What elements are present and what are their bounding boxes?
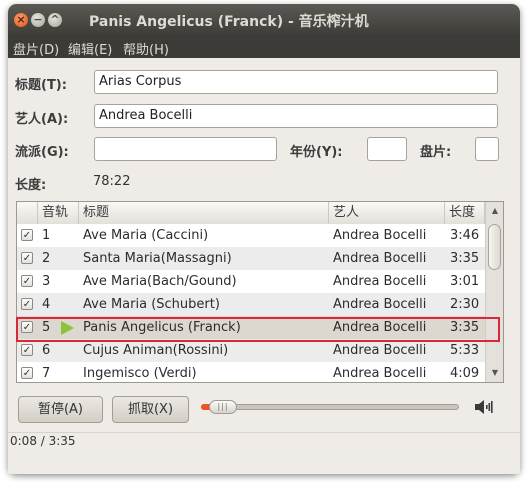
track-artist: Andrea Bocelli [333, 343, 427, 358]
track-title: Ave Maria(Bach/Gound) [83, 274, 237, 289]
track-length: 3:01 [450, 274, 480, 289]
header-track[interactable]: 音轨 [38, 202, 79, 224]
track-list[interactable]: 音轨 标题 艺人 长度 ✓ 1 Ave Maria (Caccini) Andr… [16, 201, 504, 383]
window-title: Panis Angelicus (Franck) - 音乐榨汁机 [89, 14, 369, 30]
speaker-icon[interactable] [473, 397, 495, 417]
table-row[interactable]: ✓ 6 Cujus Animan(Rossini) Andrea Bocelli… [17, 339, 485, 362]
menubar: 盘片(D) 编辑(E) 帮助(H) [8, 36, 520, 58]
table-row[interactable]: ✓ 2 Santa Maria(Massagni) Andrea Bocelli… [17, 247, 485, 270]
track-artist: Andrea Bocelli [333, 366, 427, 381]
track-checkbox[interactable]: ✓ [21, 367, 33, 379]
scroll-up-icon[interactable]: ▲ [486, 204, 503, 218]
scroll-down-icon[interactable]: ▼ [486, 366, 503, 380]
app-window: × − ^ Panis Angelicus (Franck) - 音乐榨汁机 盘… [8, 4, 520, 474]
track-length: 4:09 [450, 366, 480, 381]
table-row[interactable]: ✓ 1 Ave Maria (Caccini) Andrea Bocelli 3… [17, 224, 485, 247]
track-number: 6 [42, 343, 51, 358]
progress-slider[interactable] [201, 404, 459, 410]
track-length: 3:46 [450, 228, 480, 243]
track-title: Ave Maria (Caccini) [83, 228, 209, 243]
genre-label: 流派(G): [15, 145, 69, 160]
track-list-header: 音轨 标题 艺人 长度 [17, 202, 485, 225]
title-label: 标题(T): [15, 78, 67, 93]
track-number: 7 [42, 366, 51, 381]
track-artist: Andrea Bocelli [333, 228, 427, 243]
track-artist: Andrea Bocelli [333, 251, 427, 266]
track-checkbox[interactable]: ✓ [21, 229, 33, 241]
menu-help[interactable]: 帮助(H) [123, 39, 169, 58]
close-icon[interactable]: × [14, 13, 28, 27]
maximize-icon[interactable]: ^ [48, 13, 62, 27]
year-field[interactable] [367, 137, 407, 161]
track-checkbox[interactable]: ✓ [21, 252, 33, 264]
track-checkbox[interactable]: ✓ [21, 344, 33, 356]
track-number: 2 [42, 251, 51, 266]
artist-field[interactable]: Andrea Bocelli [94, 104, 498, 128]
titlebar: × − ^ Panis Angelicus (Franck) - 音乐榨汁机 [8, 4, 520, 36]
track-checkbox[interactable]: ✓ [21, 275, 33, 287]
track-title: Ingemisco (Verdi) [83, 366, 197, 381]
status-bar [8, 432, 520, 453]
extract-button[interactable]: 抓取(X) [112, 396, 189, 423]
track-artist: Andrea Bocelli [333, 274, 427, 289]
scrollbar-thumb[interactable] [488, 224, 501, 270]
duration-label: 长度: [15, 178, 47, 193]
track-title: Cujus Animan(Rossini) [83, 343, 229, 358]
genre-field[interactable] [94, 137, 277, 161]
disc-field[interactable] [475, 137, 499, 161]
track-number: 1 [42, 228, 51, 243]
now-playing-highlight [16, 317, 500, 342]
track-checkbox[interactable]: ✓ [21, 298, 33, 310]
track-list-scrollbar[interactable]: ▲ ▼ [485, 202, 503, 382]
track-length: 2:30 [450, 297, 480, 312]
progress-slider-thumb[interactable]: ||| [209, 400, 237, 414]
pause-button[interactable]: 暂停(A) [18, 396, 103, 423]
track-title: Ave Maria (Schubert) [83, 297, 220, 312]
disc-label: 盘片: [420, 145, 452, 160]
table-row[interactable]: ✓ 3 Ave Maria(Bach/Gound) Andrea Bocelli… [17, 270, 485, 293]
title-field[interactable]: Arias Corpus [94, 70, 498, 94]
menu-edit[interactable]: 编辑(E) [68, 39, 112, 58]
status-time: 0:08 / 3:35 [10, 434, 76, 448]
header-length[interactable]: 长度 [445, 202, 485, 224]
track-length: 5:33 [450, 343, 480, 358]
menu-disc[interactable]: 盘片(D) [13, 39, 59, 58]
table-row[interactable]: ✓ 7 Ingemisco (Verdi) Andrea Bocelli 4:0… [17, 362, 485, 382]
track-number: 4 [42, 297, 51, 312]
header-artist[interactable]: 艺人 [329, 202, 445, 224]
artist-label: 艺人(A): [15, 112, 69, 127]
track-number: 3 [42, 274, 51, 289]
table-row[interactable]: ✓ 4 Ave Maria (Schubert) Andrea Bocelli … [17, 293, 485, 316]
track-title: Santa Maria(Massagni) [83, 251, 232, 266]
track-artist: Andrea Bocelli [333, 297, 427, 312]
duration-value: 78:22 [93, 174, 131, 189]
minimize-icon[interactable]: − [31, 13, 45, 27]
year-label: 年份(Y): [290, 145, 343, 160]
track-length: 3:35 [450, 251, 480, 266]
header-check[interactable] [17, 202, 38, 224]
header-title[interactable]: 标题 [79, 202, 329, 224]
